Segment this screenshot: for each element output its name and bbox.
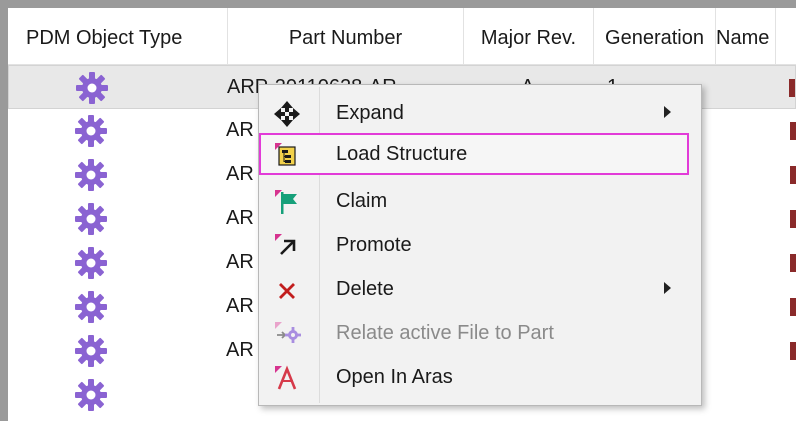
aras-logo-icon [275, 365, 297, 390]
part-number-cell: AR [226, 207, 254, 229]
menu-item-expand[interactable]: Expand [263, 92, 697, 134]
delete-x-icon [279, 283, 295, 299]
name-cell-edge [789, 79, 795, 97]
gear-icon [75, 203, 107, 235]
column-header-pdm-object-type[interactable]: PDM Object Type [26, 8, 228, 64]
column-header-name[interactable]: Name [716, 8, 776, 64]
part-number-cell: AR [226, 163, 254, 185]
gear-icon [75, 291, 107, 323]
gear-icon [76, 72, 108, 104]
menu-item-relate-active-file[interactable]: Relate active File to Part [263, 312, 697, 354]
grid-header: PDM Object Type Part Number Major Rev. G… [8, 8, 796, 65]
promote-arrow-icon [275, 234, 296, 255]
name-cell-edge [790, 210, 796, 228]
window-frame-top [0, 0, 796, 8]
name-cell-edge [790, 254, 796, 272]
menu-item-promote[interactable]: Promote [263, 224, 697, 266]
context-menu: Expand Load Structure Claim Promote Dele… [258, 84, 702, 406]
part-number-cell: AR [226, 251, 254, 273]
gear-icon [75, 115, 107, 147]
menu-item-label: Load Structure [336, 143, 468, 165]
window-frame-left [0, 0, 8, 421]
gear-icon [75, 379, 107, 411]
expand-arrows-icon [274, 101, 300, 127]
relate-file-icon [275, 322, 301, 343]
menu-item-delete[interactable]: Delete [263, 268, 697, 310]
menu-item-label: Relate active File to Part [336, 322, 554, 344]
menu-item-label: Delete [336, 278, 394, 300]
menu-item-load-structure[interactable]: Load Structure [259, 133, 689, 175]
column-header-generation[interactable]: Generation [594, 8, 716, 64]
gear-icon [75, 247, 107, 279]
submenu-arrow-icon [664, 282, 671, 294]
gear-icon [75, 335, 107, 367]
gear-icon [75, 159, 107, 191]
part-number-cell: AR [226, 119, 254, 141]
name-cell-edge [790, 342, 796, 360]
submenu-arrow-icon [664, 106, 671, 118]
claim-flag-icon [275, 190, 297, 214]
menu-item-label: Expand [336, 102, 404, 124]
part-number-cell: AR [226, 339, 254, 361]
load-structure-icon [275, 143, 296, 166]
column-header-major-rev[interactable]: Major Rev. [464, 8, 594, 64]
menu-item-open-in-aras[interactable]: Open In Aras [263, 356, 697, 398]
name-cell-edge [790, 122, 796, 140]
name-cell-edge [790, 166, 796, 184]
menu-item-label: Claim [336, 190, 388, 212]
part-number-cell: AR [226, 295, 254, 317]
column-header-part-number[interactable]: Part Number [228, 8, 464, 64]
menu-item-claim[interactable]: Claim [263, 180, 697, 222]
menu-item-label: Open In Aras [336, 366, 453, 388]
name-cell-edge [790, 298, 796, 316]
menu-item-label: Promote [336, 234, 412, 256]
